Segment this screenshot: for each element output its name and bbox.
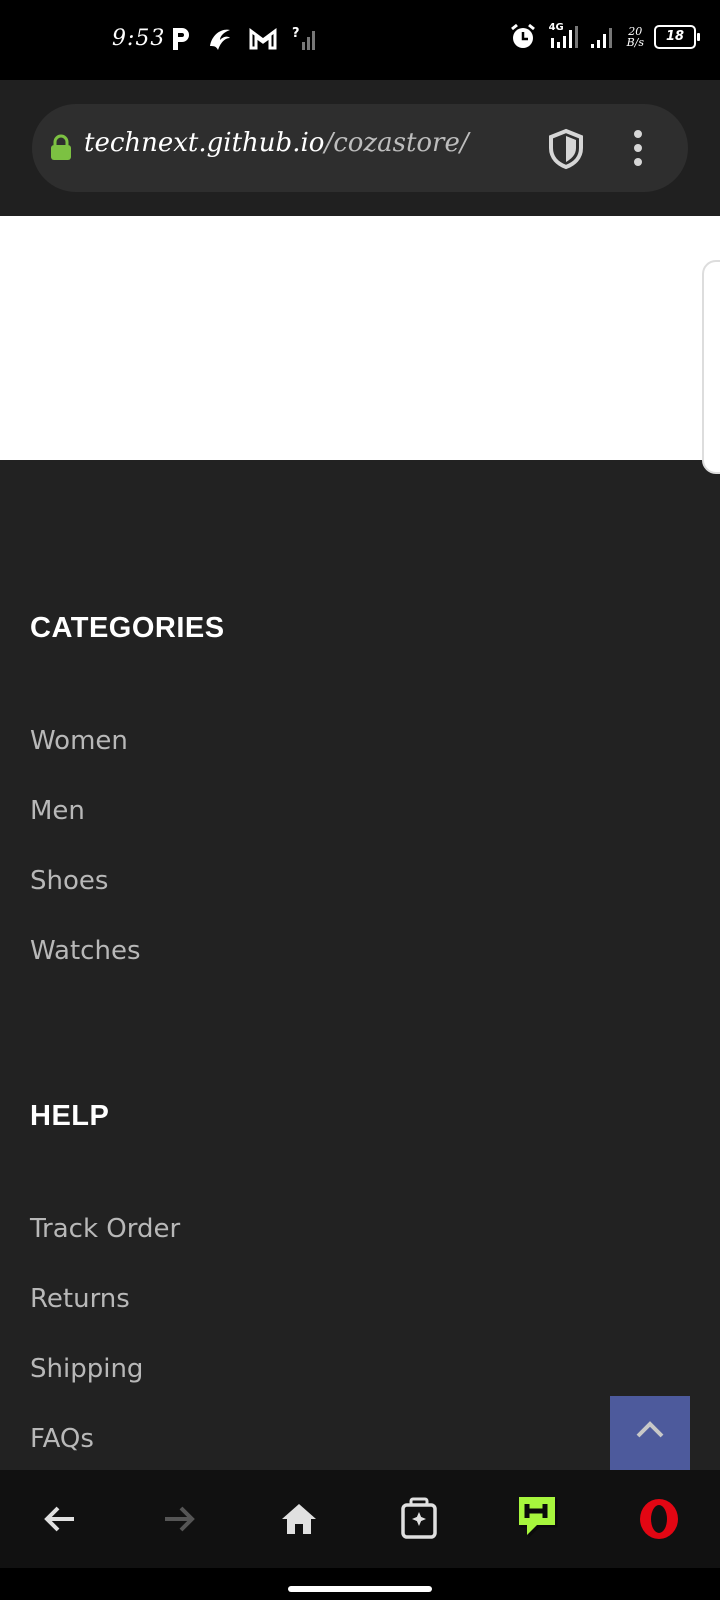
system-status-icons: 4G 20 B/s 18	[509, 22, 700, 52]
tabs-button[interactable]	[392, 1492, 446, 1546]
footer-link-shoes[interactable]: Shoes	[30, 866, 108, 896]
arrow-left-icon	[44, 1506, 74, 1532]
footer-link-men[interactable]: Men	[30, 796, 85, 826]
svg-text:?: ?	[292, 26, 300, 41]
forward-button[interactable]	[152, 1492, 206, 1546]
footer-link-returns[interactable]: Returns	[30, 1284, 130, 1314]
network-speed-unit: B/s	[626, 36, 644, 49]
network-speed: 20 B/s	[627, 26, 644, 48]
home-button[interactable]	[272, 1492, 326, 1546]
alarm-icon	[509, 22, 537, 52]
help-heading: HELP	[30, 1100, 110, 1132]
status-bar: 9:53 ? 4G 20 B/s 18	[0, 0, 720, 80]
home-gesture-pill[interactable]	[288, 1586, 432, 1592]
url-path: /cozastore/	[324, 128, 469, 158]
footer-link-faqs[interactable]: FAQs	[30, 1424, 94, 1454]
my-flow-button[interactable]	[512, 1492, 566, 1546]
categories-heading: CATEGORIES	[30, 612, 225, 644]
footer-link-shipping[interactable]: Shipping	[30, 1354, 143, 1384]
footer-link-women[interactable]: Women	[30, 726, 128, 756]
notification-icons: ?	[170, 24, 318, 54]
parking-app-icon	[170, 24, 192, 54]
url-host: technext.github.io	[84, 128, 325, 158]
side-panel-tab[interactable]	[702, 260, 720, 474]
back-to-top-button[interactable]	[610, 1396, 690, 1472]
signal-4g-icon: 4G	[547, 22, 579, 52]
lock-icon	[50, 134, 72, 166]
url-text[interactable]: technext.github.io/cozastore/	[84, 128, 469, 158]
arrow-right-icon	[165, 1506, 195, 1532]
my-flow-icon	[519, 1497, 558, 1539]
wave-app-icon	[206, 24, 234, 54]
battery-icon: 18	[654, 25, 700, 49]
footer-link-track-order[interactable]: Track Order	[30, 1214, 180, 1244]
gesture-bar	[0, 1568, 720, 1600]
gmail-icon	[248, 24, 278, 54]
status-time: 9:53	[112, 26, 166, 51]
home-icon	[282, 1504, 316, 1534]
web-page: CATEGORIES Women Men Shoes Watches HELP …	[0, 216, 720, 1470]
back-button[interactable]	[33, 1492, 87, 1546]
shield-icon[interactable]	[546, 128, 586, 174]
chevron-up-icon	[636, 1421, 664, 1438]
opera-logo-icon	[640, 1499, 678, 1539]
address-bar[interactable]: technext.github.io/cozastore/	[32, 104, 688, 192]
opera-menu-button[interactable]	[632, 1492, 686, 1546]
browser-toolbar: technext.github.io/cozastore/	[0, 80, 720, 216]
browser-bottom-nav	[0, 1470, 720, 1568]
more-vertical-icon[interactable]	[626, 128, 650, 168]
no-sim-signal-icon: ?	[292, 24, 318, 54]
tabs-icon	[401, 1497, 437, 1539]
page-top-section	[0, 216, 720, 474]
signal-strength-icon	[589, 22, 617, 52]
battery-level: 18	[665, 29, 685, 44]
footer-link-watches[interactable]: Watches	[30, 936, 141, 966]
